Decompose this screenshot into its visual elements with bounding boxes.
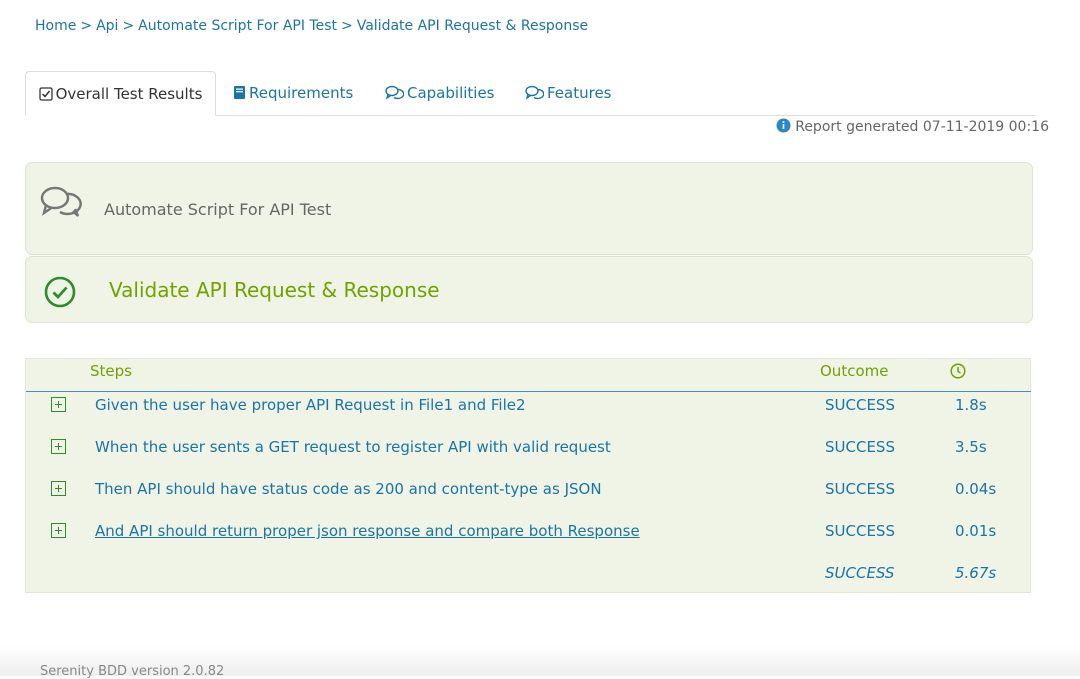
breadcrumb-separator: > <box>341 18 353 34</box>
step-duration: 0.04s <box>955 480 997 498</box>
step-outcome: SUCCESS <box>825 396 895 414</box>
tab-features[interactable]: Features <box>525 71 612 113</box>
feature-title: Automate Script For API Test <box>104 200 332 219</box>
header-outcome: Outcome <box>820 362 889 380</box>
scenario-title: Validate API Request & Response <box>109 278 440 302</box>
breadcrumb-separator: > <box>122 18 135 34</box>
report-tabs: Overall Test Results Requirements Capabi… <box>25 71 1035 116</box>
scenario-panel: Validate API Request & Response <box>25 256 1033 323</box>
clock-icon <box>950 363 966 379</box>
expand-icon[interactable] <box>51 523 66 538</box>
breadcrumb-separator: > <box>80 18 93 34</box>
info-icon <box>776 118 791 133</box>
step-description[interactable]: Then API should have status code as 200 … <box>95 480 602 498</box>
expand-icon[interactable] <box>51 481 66 496</box>
breadcrumb: Home > Api > Automate Script For API Test > Va… <box>35 18 588 34</box>
table-row: Given the user have proper API Request i… <box>26 388 1030 430</box>
expand-icon[interactable] <box>51 397 66 412</box>
tab-label: Capabilities <box>407 84 495 102</box>
header-steps: Steps <box>90 362 132 380</box>
breadcrumb-home[interactable]: Home <box>35 18 76 34</box>
step-outcome: SUCCESS <box>825 480 895 498</box>
step-duration: 0.01s <box>955 522 997 540</box>
table-row: And API should return proper json respon… <box>26 514 1030 556</box>
checkbox-icon <box>38 87 53 101</box>
table-row: When the user sents a GET request to reg… <box>26 430 1030 472</box>
tab-overall-test-results[interactable]: Overall Test Results <box>25 71 216 116</box>
step-duration: 1.8s <box>955 396 987 414</box>
feature-panel: Automate Script For API Test <box>25 162 1033 255</box>
book-icon <box>234 86 245 99</box>
step-description[interactable]: When the user sents a GET request to reg… <box>95 438 611 456</box>
step-description[interactable]: And API should return proper json respon… <box>95 522 640 540</box>
table-total-row: SUCCESS 5.67s <box>26 556 1030 598</box>
tab-label: Features <box>547 84 612 102</box>
breadcrumb-feature[interactable]: Automate Script For API Test <box>138 18 337 34</box>
step-duration: 3.5s <box>955 438 987 456</box>
step-outcome: SUCCESS <box>825 438 895 456</box>
tab-label: Requirements <box>249 84 354 102</box>
check-circle-icon <box>44 276 76 308</box>
breadcrumb-scenario[interactable]: Validate API Request & Response <box>357 18 588 34</box>
tab-capabilities[interactable]: Capabilities <box>385 71 495 113</box>
total-outcome: SUCCESS <box>825 564 895 582</box>
report-generated: Report generated 07-11-2019 00:16 <box>776 118 1049 135</box>
table-row: Then API should have status code as 200 … <box>26 472 1030 514</box>
expand-icon[interactable] <box>51 439 66 454</box>
steps-table: Steps Outcome Given the user have proper… <box>25 358 1031 593</box>
step-description[interactable]: Given the user have proper API Request i… <box>95 396 526 414</box>
comments-icon <box>385 85 405 100</box>
tab-label: Overall Test Results <box>55 85 203 103</box>
report-generated-text: Report generated 07-11-2019 00:16 <box>795 119 1049 135</box>
comments-icon <box>525 85 545 100</box>
comments-icon <box>40 186 82 217</box>
total-duration: 5.67s <box>955 564 997 582</box>
footer-version: Serenity BDD version 2.0.82 <box>40 664 225 679</box>
step-outcome: SUCCESS <box>825 522 895 540</box>
tab-requirements[interactable]: Requirements <box>233 71 353 113</box>
breadcrumb-api[interactable]: Api <box>96 18 118 34</box>
